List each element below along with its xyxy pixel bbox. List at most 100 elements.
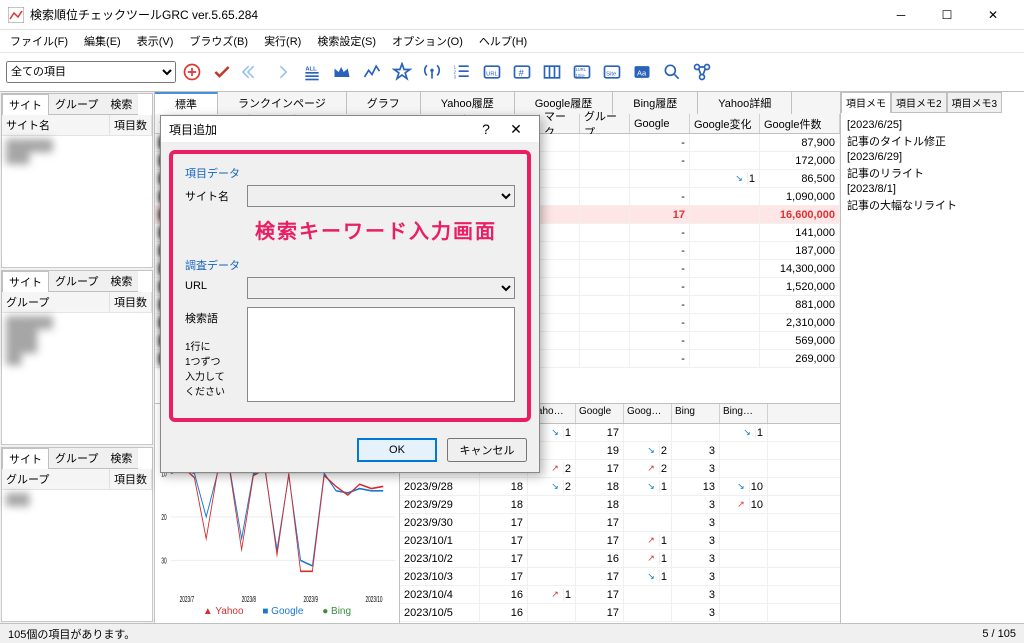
input-sitename[interactable] bbox=[247, 185, 515, 207]
menu-file[interactable]: ファイル(F) bbox=[4, 31, 74, 51]
tab-yahoo-hist[interactable]: Yahoo履歴 bbox=[421, 92, 515, 114]
history-row[interactable]: 2023/9/2818↘218↘113↘10 bbox=[400, 478, 840, 496]
menu-search-settings[interactable]: 検索設定(S) bbox=[311, 31, 382, 51]
side-tab-group[interactable]: グループ bbox=[49, 94, 104, 115]
history-row[interactable]: 2023/10/21716↗13 bbox=[400, 550, 840, 568]
history-row[interactable]: 2023/10/516173 bbox=[400, 604, 840, 622]
hcol-bing[interactable]: Bing bbox=[672, 404, 720, 423]
svg-text:2023/9: 2023/9 bbox=[304, 596, 318, 604]
menu-help[interactable]: ヘルプ(H) bbox=[473, 31, 533, 51]
side2-tab-site[interactable]: サイト bbox=[2, 271, 49, 292]
menu-browse[interactable]: ブラウズ(B) bbox=[183, 31, 254, 51]
aa-icon[interactable]: Aa bbox=[628, 58, 656, 86]
side3-col-group[interactable]: グループ bbox=[2, 469, 110, 489]
menu-view[interactable]: 表示(V) bbox=[131, 31, 180, 51]
crown-icon[interactable] bbox=[328, 58, 356, 86]
side2-col-count[interactable]: 項目数 bbox=[110, 292, 152, 312]
history-row[interactable]: 2023/10/11717↗13 bbox=[400, 532, 840, 550]
svg-text:Aa: Aa bbox=[637, 68, 647, 77]
memo-panel: 項目メモ 項目メモ2 項目メモ3 [2023/6/25]記事のタイトル修正[20… bbox=[840, 92, 1024, 623]
memo-tab-2[interactable]: 項目メモ2 bbox=[891, 92, 947, 113]
side3-col-count[interactable]: 項目数 bbox=[110, 469, 152, 489]
col-group[interactable]: グループ bbox=[580, 114, 630, 133]
check-icon[interactable] bbox=[208, 58, 236, 86]
tab-bing-hist[interactable]: Bing履歴 bbox=[613, 92, 698, 114]
numlist-icon[interactable]: 123 bbox=[448, 58, 476, 86]
memo-tab-1[interactable]: 項目メモ bbox=[841, 92, 891, 113]
status-left: 105個の項目があります。 bbox=[8, 626, 135, 642]
label-sitename: サイト名 bbox=[185, 185, 247, 204]
side2-tab-search[interactable]: 検索 bbox=[104, 271, 138, 292]
history-row[interactable]: 2023/10/31717↘13 bbox=[400, 568, 840, 586]
tab-standard[interactable]: 標準 bbox=[155, 92, 218, 114]
star-icon[interactable] bbox=[388, 58, 416, 86]
label-hint: 1行に 1つずつ 入力して ください bbox=[185, 342, 225, 398]
url-icon[interactable]: URL bbox=[478, 58, 506, 86]
all-list-icon[interactable]: ALL bbox=[298, 58, 326, 86]
app-icon bbox=[8, 7, 24, 23]
svg-text:1Site: 1Site bbox=[575, 73, 585, 78]
side-tab-site[interactable]: サイト bbox=[2, 94, 49, 115]
left-sidebar: サイトグループ検索 サイト名項目数 █████████ サイトグループ検索 グル… bbox=[0, 92, 155, 623]
close-button[interactable]: ✕ bbox=[970, 0, 1016, 30]
toolbar: 全ての項目 ALL 123 URL # 1URL1Site Site Aa bbox=[0, 52, 1024, 92]
dialog-close-icon[interactable]: ✕ bbox=[501, 121, 531, 138]
ok-button[interactable]: OK bbox=[357, 438, 437, 462]
menu-edit[interactable]: 編集(E) bbox=[78, 31, 127, 51]
svg-text:2023/7: 2023/7 bbox=[180, 596, 194, 604]
network-icon[interactable] bbox=[688, 58, 716, 86]
hcol-bing-ch[interactable]: Bing… bbox=[720, 404, 768, 423]
history-row[interactable]: 2023/9/3017173 bbox=[400, 514, 840, 532]
chart-icon[interactable] bbox=[358, 58, 386, 86]
side2-col-group[interactable]: グループ bbox=[2, 292, 110, 312]
col-google-count[interactable]: Google件数 bbox=[760, 114, 840, 133]
section-item-data: 項目データ bbox=[185, 162, 247, 181]
side3-tab-site[interactable]: サイト bbox=[2, 448, 49, 469]
columns-icon[interactable] bbox=[538, 58, 566, 86]
col-mark[interactable]: マーク bbox=[540, 114, 580, 133]
side3-tab-search[interactable]: 検索 bbox=[104, 448, 138, 469]
hcol-google[interactable]: Google bbox=[576, 404, 624, 423]
input-url[interactable] bbox=[247, 277, 515, 299]
maximize-button[interactable]: ☐ bbox=[924, 0, 970, 30]
1url-icon[interactable]: 1URL1Site bbox=[568, 58, 596, 86]
hcol-google-ch[interactable]: Goog… bbox=[624, 404, 672, 423]
menu-run[interactable]: 実行(R) bbox=[258, 31, 307, 51]
status-right: 5 / 105 bbox=[982, 628, 1016, 640]
svg-text:URL: URL bbox=[486, 71, 498, 77]
hash-icon[interactable]: # bbox=[508, 58, 536, 86]
history-row[interactable]: 2023/9/2918183↗10 bbox=[400, 496, 840, 514]
add-item-dialog: 項目追加 ? ✕ 項目データ サイト名 検索キーワード入力画面 調査データ UR… bbox=[160, 115, 540, 473]
svg-text:20: 20 bbox=[161, 514, 166, 523]
side-list-body[interactable]: █████████ bbox=[2, 136, 152, 267]
menu-options[interactable]: オプション(O) bbox=[386, 31, 469, 51]
history-row[interactable]: 2023/10/416↗1173 bbox=[400, 586, 840, 604]
side-col-count[interactable]: 項目数 bbox=[110, 115, 152, 135]
col-google-change[interactable]: Google変化 bbox=[690, 114, 760, 133]
next-icon[interactable] bbox=[268, 58, 296, 86]
tab-yahoo-det[interactable]: Yahoo詳細 bbox=[698, 92, 792, 114]
input-keywords[interactable] bbox=[247, 307, 515, 402]
site-icon[interactable]: Site bbox=[598, 58, 626, 86]
annotation-text: 検索キーワード入力画面 bbox=[255, 215, 515, 244]
side2-tab-group[interactable]: グループ bbox=[49, 271, 104, 292]
memo-tab-3[interactable]: 項目メモ3 bbox=[947, 92, 1003, 113]
side-col-sitename[interactable]: サイト名 bbox=[2, 115, 110, 135]
antenna-icon[interactable] bbox=[418, 58, 446, 86]
prev-icon[interactable] bbox=[238, 58, 266, 86]
side3-tab-group[interactable]: グループ bbox=[49, 448, 104, 469]
add-item-icon[interactable] bbox=[178, 58, 206, 86]
window-titlebar: 検索順位チェックツールGRC ver.5.65.284 ─ ☐ ✕ bbox=[0, 0, 1024, 30]
filter-dropdown[interactable]: 全ての項目 bbox=[6, 61, 176, 83]
tab-graph[interactable]: グラフ bbox=[347, 92, 421, 114]
side2-list-body[interactable]: ████████████████ bbox=[2, 313, 152, 444]
cancel-button[interactable]: キャンセル bbox=[447, 438, 527, 462]
magnify-icon[interactable] bbox=[658, 58, 686, 86]
tab-rankin[interactable]: ランクインページ bbox=[218, 92, 347, 114]
minimize-button[interactable]: ─ bbox=[878, 0, 924, 30]
side-tab-search[interactable]: 検索 bbox=[104, 94, 138, 115]
col-google[interactable]: Google bbox=[630, 114, 690, 133]
dialog-help-icon[interactable]: ? bbox=[471, 121, 501, 137]
memo-body[interactable]: [2023/6/25]記事のタイトル修正[2023/6/29]記事のリライト[2… bbox=[841, 113, 1024, 221]
side3-list-body[interactable]: ███ bbox=[2, 490, 152, 621]
